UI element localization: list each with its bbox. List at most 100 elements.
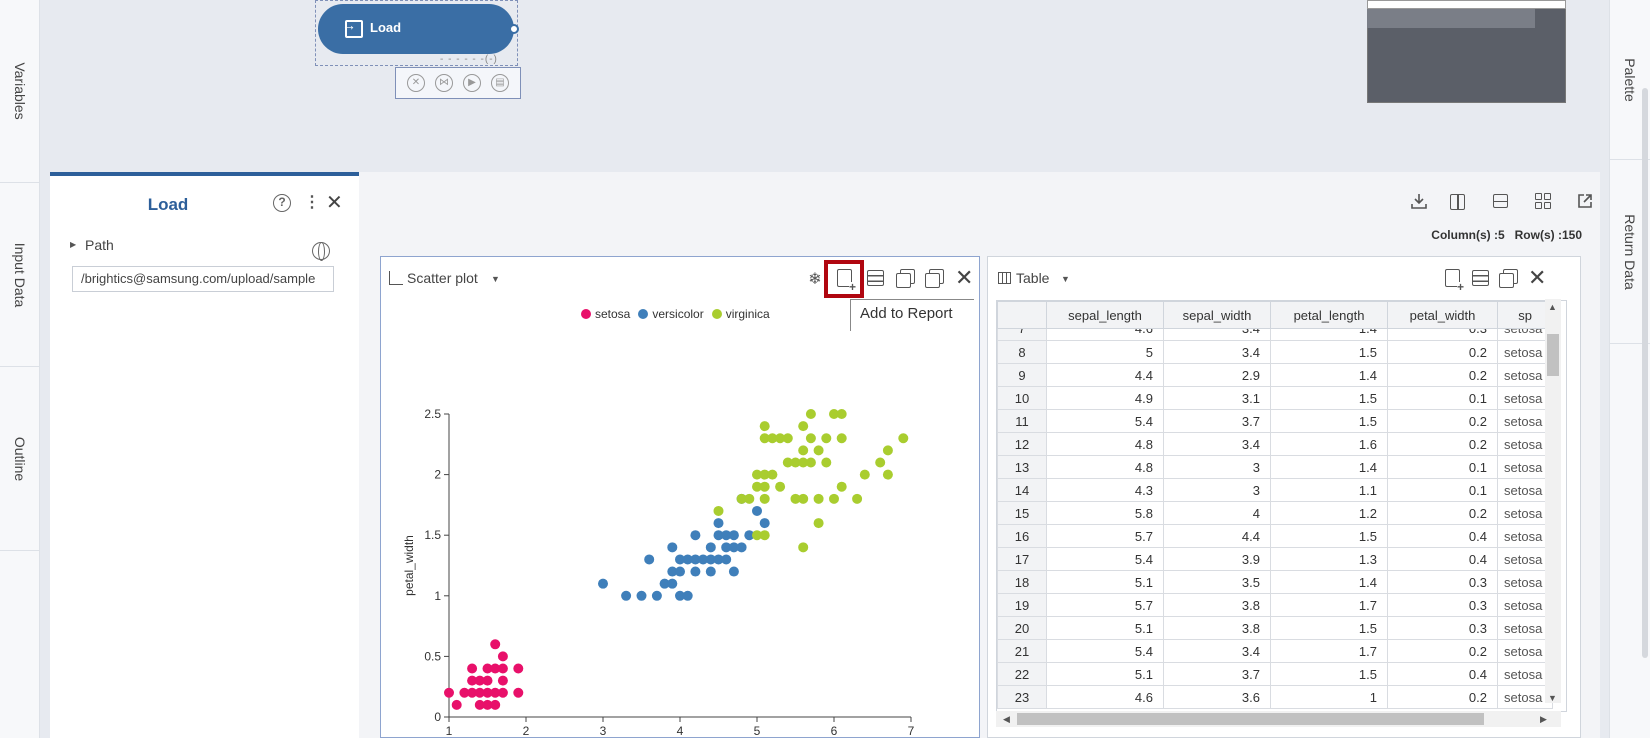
row-index: 11 bbox=[997, 409, 1047, 433]
table-vertical-thumb[interactable] bbox=[1547, 334, 1559, 376]
grid-layout-icon[interactable] bbox=[1535, 193, 1551, 209]
more-icon[interactable]: ⋮ bbox=[304, 192, 320, 212]
freeze-icon[interactable]: ❄ bbox=[806, 269, 824, 288]
node-status: - - - - - -(-) bbox=[440, 54, 498, 65]
table-row[interactable]: 16 5.7 4.4 1.5 0.4 setosa bbox=[997, 524, 1554, 548]
table-row[interactable]: 23 4.6 3.6 1 0.2 setosa bbox=[997, 685, 1554, 709]
table-row[interactable]: 18 5.1 3.5 1.4 0.3 setosa bbox=[997, 570, 1554, 594]
return-data-tab-label: Return Data bbox=[1622, 213, 1638, 290]
table-row[interactable]: 20 5.1 3.8 1.5 0.3 setosa bbox=[997, 616, 1554, 640]
x-tick-label: 1 bbox=[446, 724, 453, 737]
table-cell: 0.2 bbox=[1387, 340, 1498, 364]
table-row[interactable]: 9 4.4 2.9 1.4 0.2 setosa bbox=[997, 363, 1554, 387]
table-row[interactable]: 10 4.9 3.1 1.5 0.1 setosa bbox=[997, 386, 1554, 410]
table-add-report-icon[interactable] bbox=[1445, 269, 1465, 292]
table-row[interactable]: 11 5.4 3.7 1.5 0.2 setosa bbox=[997, 409, 1554, 433]
input-data-tab[interactable]: Input Data bbox=[0, 184, 39, 367]
table-cell: 4.8 bbox=[1046, 432, 1164, 456]
table-cell: 0.3 bbox=[1387, 570, 1498, 594]
table-cell: 0.2 bbox=[1387, 501, 1498, 525]
share-icon[interactable]: ⋈ bbox=[435, 74, 453, 92]
column-header[interactable]: sepal_width bbox=[1163, 301, 1271, 329]
node-output-port[interactable] bbox=[509, 24, 519, 34]
scatter-point-virginica bbox=[798, 493, 809, 504]
y-tick-label: 0 bbox=[434, 710, 441, 724]
expand-caret-icon[interactable]: ▶ bbox=[70, 240, 76, 249]
split-columns-icon[interactable] bbox=[1450, 194, 1465, 210]
variables-tab[interactable]: Variables bbox=[0, 0, 39, 183]
left-rail: Variables Input Data Outline bbox=[0, 0, 40, 738]
table-title[interactable]: Table bbox=[1016, 270, 1049, 286]
table-cell: 3.1 bbox=[1163, 386, 1271, 410]
chart-type-dropdown-icon[interactable]: ▼ bbox=[491, 274, 500, 284]
data-table-icon[interactable] bbox=[867, 270, 884, 286]
node-label: Load bbox=[370, 20, 402, 35]
close-icon[interactable]: ✕ bbox=[326, 190, 343, 215]
run-icon[interactable]: ▶ bbox=[463, 74, 481, 92]
table-row[interactable]: 21 5.4 3.4 1.7 0.2 setosa bbox=[997, 639, 1554, 663]
cancel-icon[interactable]: ✕ bbox=[407, 74, 425, 92]
scatter-point-virginica bbox=[813, 493, 824, 504]
scatter-point-virginica bbox=[875, 457, 886, 468]
table-cell: 0.3 bbox=[1387, 616, 1498, 640]
table-row[interactable]: 7 4.6 3.4 1.4 0.3 setosa bbox=[997, 328, 1554, 341]
scatter-point-versicolor bbox=[621, 590, 632, 601]
column-header[interactable]: sepal_length bbox=[1046, 301, 1164, 329]
table-row[interactable]: 22 5.1 3.7 1.5 0.4 setosa bbox=[997, 662, 1554, 686]
chart-type-label[interactable]: Scatter plot bbox=[407, 270, 478, 286]
variables-tab-label: Variables bbox=[11, 62, 28, 120]
table-cell: 4.8 bbox=[1046, 455, 1164, 479]
scatter-point-versicolor bbox=[667, 542, 678, 553]
external-link-icon[interactable] bbox=[1576, 192, 1594, 208]
table-horizontal-thumb[interactable] bbox=[1017, 713, 1484, 725]
scroll-left-icon[interactable]: ◀ bbox=[1003, 714, 1010, 725]
row-index: 20 bbox=[997, 616, 1047, 640]
scatter-point-virginica bbox=[713, 505, 724, 516]
download-icon[interactable] bbox=[1410, 192, 1428, 209]
table-row[interactable]: 19 5.7 3.8 1.7 0.3 setosa bbox=[997, 593, 1554, 617]
table-panel: Table ▼ ✕ sepal_lengthsepal_widthpetal_l… bbox=[987, 256, 1581, 738]
table-close-icon[interactable]: ✕ bbox=[1528, 267, 1546, 289]
path-input[interactable]: /brightics@samsung.com/upload/sample bbox=[72, 266, 334, 292]
help-icon[interactable]: ? bbox=[273, 194, 291, 212]
table-row[interactable]: 13 4.8 3 1.4 0.1 setosa bbox=[997, 455, 1554, 479]
column-header[interactable] bbox=[997, 301, 1047, 329]
table-dropdown-icon[interactable]: ▼ bbox=[1061, 274, 1070, 284]
scroll-down-icon[interactable]: ▼ bbox=[1548, 693, 1557, 703]
input-data-tab-label: Input Data bbox=[11, 242, 28, 308]
import-icon bbox=[342, 17, 363, 38]
globe-icon[interactable] bbox=[312, 242, 330, 261]
scatter-point-virginica bbox=[775, 481, 786, 492]
scatter-point-versicolor bbox=[636, 590, 647, 601]
load-node[interactable]: Load bbox=[318, 4, 519, 54]
column-header[interactable]: petal_width bbox=[1387, 301, 1498, 329]
scatter-point-virginica bbox=[805, 409, 816, 419]
row-index: 16 bbox=[997, 524, 1047, 548]
duplicate-icon[interactable] bbox=[925, 269, 944, 288]
table-cell: 3 bbox=[1163, 478, 1271, 502]
minimap-viewport[interactable] bbox=[1367, 0, 1566, 9]
scatter-point-versicolor bbox=[736, 542, 747, 553]
column-header[interactable]: petal_length bbox=[1270, 301, 1388, 329]
table-icon bbox=[998, 272, 1011, 284]
table-row[interactable]: 8 5 3.4 1.5 0.2 setosa bbox=[997, 340, 1554, 364]
copy-icon[interactable] bbox=[896, 269, 915, 288]
table-grid-icon[interactable] bbox=[1472, 270, 1489, 286]
scatter-point-setosa bbox=[497, 663, 508, 674]
table-row[interactable]: 12 4.8 3.4 1.6 0.2 setosa bbox=[997, 432, 1554, 456]
scatter-point-virginica bbox=[782, 433, 793, 444]
scroll-up-icon[interactable]: ▲ bbox=[1548, 302, 1557, 312]
split-rows-icon[interactable] bbox=[1493, 194, 1508, 208]
scroll-right-icon[interactable]: ▶ bbox=[1540, 714, 1547, 725]
data-table[interactable]: sepal_length sepal_width petal_length petal… bbox=[996, 300, 1567, 712]
table-row[interactable]: 17 5.4 3.9 1.3 0.4 setosa bbox=[997, 547, 1554, 571]
table-row[interactable]: 14 4.3 3 1.1 0.1 setosa bbox=[997, 478, 1554, 502]
scatter-panel: Scatter plot ▼ ❄ ✕ Add to Report setosav… bbox=[380, 256, 980, 738]
chart-close-icon[interactable]: ✕ bbox=[955, 267, 973, 289]
page-scrollbar[interactable] bbox=[1642, 88, 1648, 658]
clipboard-icon[interactable]: ▤ bbox=[491, 74, 509, 92]
x-tick-label: 5 bbox=[754, 724, 761, 737]
table-copy-icon[interactable] bbox=[1499, 269, 1518, 288]
outline-tab[interactable]: Outline bbox=[0, 368, 39, 551]
table-row[interactable]: 15 5.8 4 1.2 0.2 setosa bbox=[997, 501, 1554, 525]
